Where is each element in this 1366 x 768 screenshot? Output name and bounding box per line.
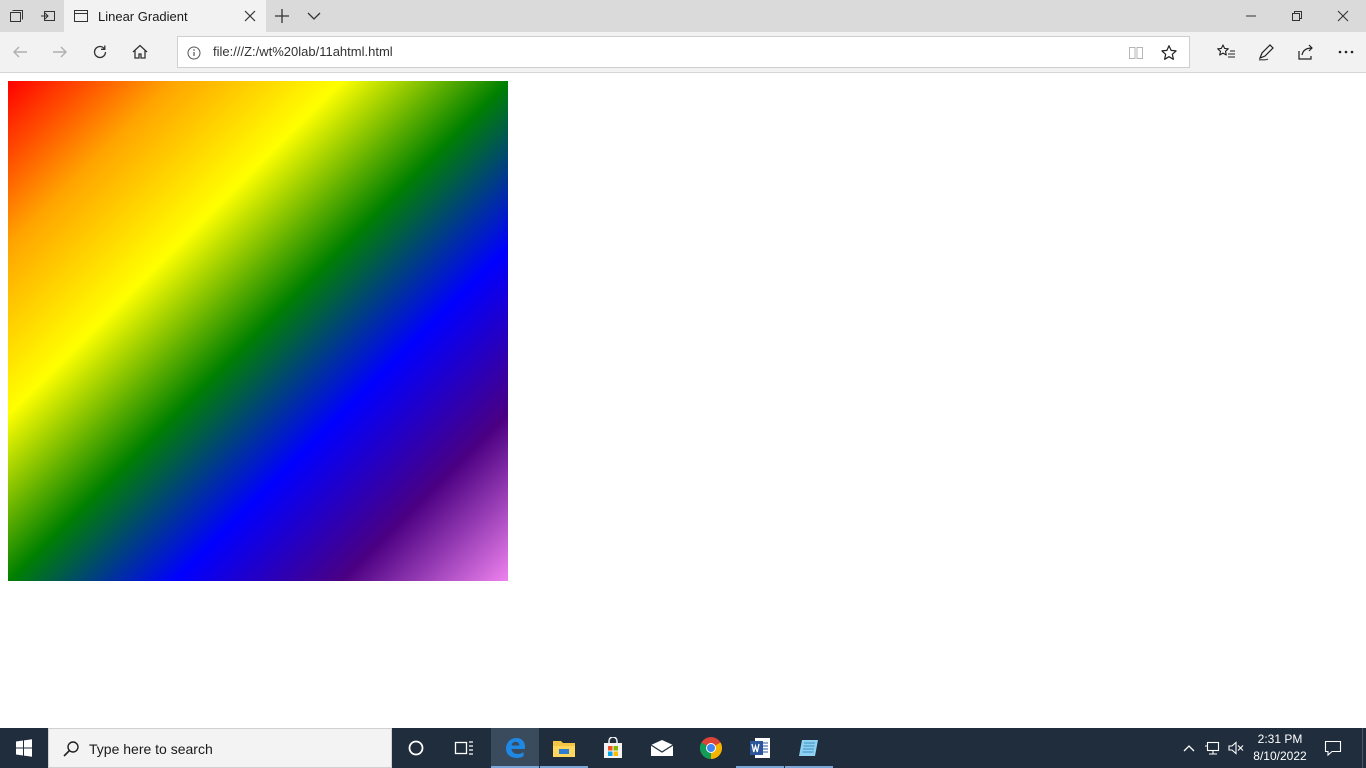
active-tab[interactable]: Linear Gradient (64, 0, 266, 32)
tab-preview-chevron-icon[interactable] (298, 0, 330, 32)
browser-tab-bar: Linear Gradient (0, 0, 1366, 32)
url-text[interactable]: file:///Z:/wt%20lab/11ahtml.html (213, 44, 393, 59)
forward-icon[interactable] (40, 32, 80, 72)
page-icon (73, 8, 89, 24)
set-aside-tabs-icon[interactable] (32, 0, 64, 32)
restore-icon[interactable] (1274, 0, 1320, 32)
tab-manager-icon[interactable] (0, 0, 32, 32)
favorites-hub-icon[interactable] (1206, 32, 1246, 72)
share-icon[interactable] (1286, 32, 1326, 72)
reading-view-icon[interactable] (1126, 43, 1146, 63)
back-icon[interactable] (0, 32, 40, 72)
info-icon[interactable] (186, 45, 202, 61)
store-icon[interactable] (589, 728, 637, 768)
notepad-icon[interactable] (785, 728, 833, 768)
show-desktop-button[interactable] (1362, 728, 1366, 768)
word-icon[interactable] (736, 728, 784, 768)
search-icon (61, 739, 81, 759)
refresh-icon[interactable] (80, 32, 120, 72)
windows-taskbar: Type here to search 2:31 PM 8/10/2022 (0, 728, 1366, 768)
address-bar[interactable]: file:///Z:/wt%20lab/11ahtml.html (177, 36, 1190, 68)
edge-icon[interactable] (491, 728, 539, 768)
home-icon[interactable] (120, 32, 160, 72)
page-content (0, 73, 1366, 728)
more-options-icon[interactable] (1326, 32, 1366, 72)
close-window-icon[interactable] (1320, 0, 1366, 32)
file-explorer-icon[interactable] (540, 728, 588, 768)
new-tab-icon[interactable] (266, 0, 298, 32)
network-icon[interactable] (1202, 728, 1224, 768)
favorite-star-icon[interactable] (1159, 43, 1179, 63)
windows-start-icon[interactable] (0, 728, 48, 768)
cortana-icon[interactable] (392, 728, 440, 768)
volume-muted-icon[interactable] (1226, 728, 1246, 768)
close-tab-icon[interactable] (242, 8, 258, 24)
search-placeholder: Type here to search (89, 741, 213, 757)
tab-title: Linear Gradient (98, 8, 188, 24)
taskbar-search-box[interactable]: Type here to search (48, 728, 392, 768)
web-note-pen-icon[interactable] (1246, 32, 1286, 72)
minimize-icon[interactable] (1228, 0, 1274, 32)
clock-time: 2:31 PM (1257, 732, 1303, 746)
chrome-icon[interactable] (687, 728, 735, 768)
browser-nav-bar: file:///Z:/wt%20lab/11ahtml.html (0, 32, 1366, 73)
system-clock[interactable]: 2:31 PM 8/10/2022 (1248, 731, 1312, 765)
action-center-icon[interactable] (1318, 728, 1348, 768)
linear-gradient-box (8, 81, 508, 581)
clock-date: 8/10/2022 (1253, 749, 1307, 763)
show-hidden-icons-chevron-icon[interactable] (1180, 728, 1198, 768)
task-view-icon[interactable] (440, 728, 488, 768)
mail-icon[interactable] (638, 728, 686, 768)
